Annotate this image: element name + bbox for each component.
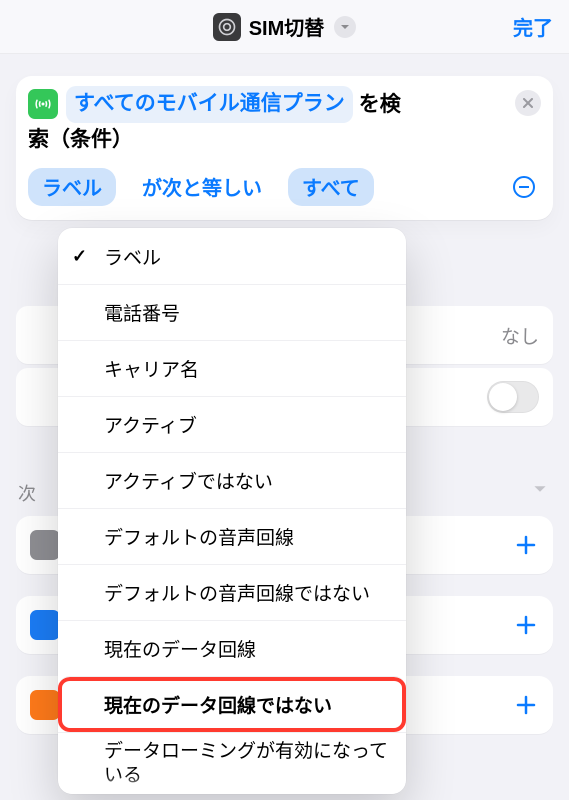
field-dropdown: ✓ ラベル 電話番号 キャリア名 アクティブ アクティブではない デフォルトの音… — [58, 228, 406, 794]
next-section-label: 次 — [18, 480, 36, 506]
dropdown-item-active[interactable]: アクティブ — [58, 396, 406, 452]
filter-field-pill[interactable]: ラベル — [28, 168, 116, 206]
cellular-icon — [28, 89, 58, 119]
nav-title-group[interactable]: SIM切替 — [213, 12, 357, 41]
dropdown-item-not-current-data[interactable]: 現在のデータ回線ではない — [58, 676, 406, 732]
plus-icon[interactable] — [513, 532, 539, 558]
toggle-switch[interactable] — [487, 381, 539, 413]
dropdown-item-phone-number[interactable]: 電話番号 — [58, 284, 406, 340]
action-icon-grey — [30, 530, 60, 560]
card-text-2: 索（条件） — [28, 123, 507, 157]
chevron-down-icon[interactable] — [334, 16, 356, 38]
dropdown-item-not-default-voice[interactable]: デフォルトの音声回線ではない — [58, 564, 406, 620]
filter-row: ラベル が次と等しい すべて — [28, 168, 541, 206]
plans-token[interactable]: すべてのモバイル通信プラン — [66, 86, 353, 123]
checkmark-icon: ✓ — [72, 246, 87, 267]
action-card: すべてのモバイル通信プラン を検 索（条件） ラベル が次と等しい すべて — [16, 76, 553, 220]
action-icon-blue — [30, 610, 60, 640]
dropdown-item-roaming-on[interactable]: データローミングが有効になっている — [58, 732, 406, 794]
dropdown-item-not-active[interactable]: アクティブではない — [58, 452, 406, 508]
plus-icon[interactable] — [513, 692, 539, 718]
dropdown-item-label[interactable]: ✓ ラベル — [58, 228, 406, 284]
nav-bar: SIM切替 完了 — [0, 0, 569, 54]
settings-icon — [213, 13, 241, 41]
close-icon[interactable] — [515, 90, 541, 116]
dropdown-item-default-voice[interactable]: デフォルトの音声回線 — [58, 508, 406, 564]
page-title: SIM切替 — [249, 12, 325, 41]
action-icon-orange — [30, 690, 60, 720]
dropdown-item-carrier-name[interactable]: キャリア名 — [58, 340, 406, 396]
card-text-1: を検 — [359, 88, 401, 122]
filter-value-pill[interactable]: すべて — [288, 168, 374, 206]
plus-icon[interactable] — [513, 612, 539, 638]
chevron-down-icon[interactable] — [531, 480, 549, 498]
remove-filter-icon[interactable] — [513, 176, 535, 198]
dropdown-item-current-data[interactable]: 現在のデータ回線 — [58, 620, 406, 676]
done-button[interactable]: 完了 — [513, 0, 553, 53]
filter-op-pill[interactable]: が次と等しい — [128, 168, 276, 206]
value-none: なし — [501, 322, 539, 349]
